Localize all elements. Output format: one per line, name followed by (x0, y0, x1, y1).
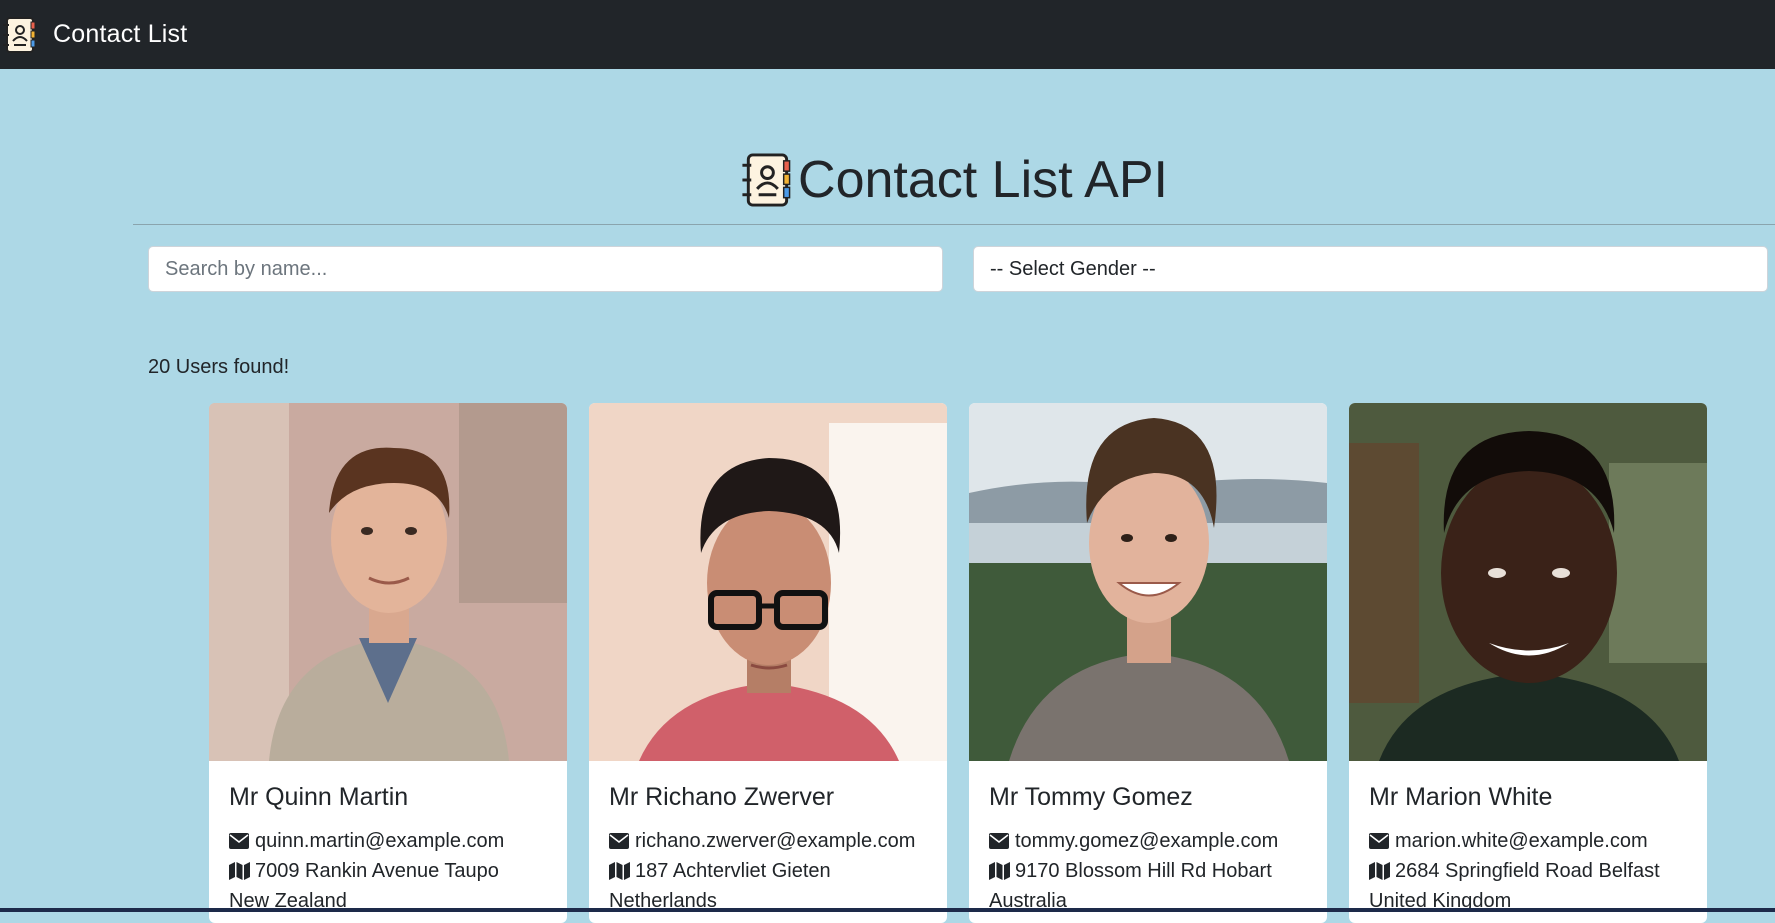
envelope-icon (609, 826, 631, 856)
page-heading: Contact List API (133, 150, 1775, 210)
user-email-row: richano.zwerver@example.com (609, 826, 927, 856)
user-address-line1: 187 Achtervliet Gieten (635, 860, 831, 882)
user-address-line1: 2684 Springfield Road Belfast (1395, 860, 1660, 882)
map-icon (1369, 856, 1391, 886)
map-icon (989, 856, 1011, 886)
top-navbar: Contact List (0, 0, 1775, 69)
user-name: Mr Tommy Gomez (989, 783, 1193, 811)
map-icon (609, 856, 631, 886)
map-icon (229, 856, 251, 886)
user-email-row: marion.white@example.com (1369, 826, 1687, 856)
address-book-icon[interactable] (2, 16, 36, 54)
results-count: 20 Users found! (148, 356, 290, 378)
navbar-brand[interactable]: Contact List (53, 20, 187, 49)
user-address-row: 7009 Rankin Avenue Taupo (229, 856, 547, 886)
user-card[interactable]: Mr Quinn Martin quinn.martin@example.com… (209, 403, 567, 923)
window-bottom-edge (0, 908, 1775, 912)
user-address-row: 187 Achtervliet Gieten (609, 856, 927, 886)
envelope-icon (229, 826, 251, 856)
user-address-line1: 9170 Blossom Hill Rd Hobart (1015, 860, 1272, 882)
user-name: Mr Quinn Martin (229, 783, 409, 811)
address-book-icon (742, 153, 791, 207)
user-email: tommy.gomez@example.com (1015, 830, 1279, 852)
user-email: marion.white@example.com (1395, 830, 1648, 852)
user-photo (209, 403, 567, 761)
heading-divider (133, 224, 1775, 225)
user-email-row: tommy.gomez@example.com (989, 826, 1307, 856)
user-name: Mr Richano Zwerver (609, 783, 835, 811)
gender-select[interactable]: -- Select Gender -- (973, 246, 1768, 292)
user-email: quinn.martin@example.com (255, 830, 505, 852)
user-address-line1: 7009 Rankin Avenue Taupo (255, 860, 499, 882)
gender-select-value: -- Select Gender -- (990, 257, 1156, 280)
envelope-icon (1369, 826, 1391, 856)
page-title: Contact List API (798, 151, 1168, 209)
user-address-row: 2684 Springfield Road Belfast (1369, 856, 1687, 886)
user-address-row: 9170 Blossom Hill Rd Hobart (989, 856, 1307, 886)
user-card-list: Mr Quinn Martin quinn.martin@example.com… (209, 403, 1709, 923)
user-photo (969, 403, 1327, 761)
search-input[interactable] (148, 246, 943, 292)
user-card[interactable]: Mr Tommy Gomez tommy.gomez@example.com 9… (969, 403, 1327, 923)
envelope-icon (989, 826, 1011, 856)
user-email-row: quinn.martin@example.com (229, 826, 547, 856)
user-email: richano.zwerver@example.com (635, 830, 916, 852)
user-name: Mr Marion White (1369, 783, 1553, 811)
user-card[interactable]: Mr Richano Zwerver richano.zwerver@examp… (589, 403, 947, 923)
user-photo (589, 403, 947, 761)
user-card[interactable]: Mr Marion White marion.white@example.com… (1349, 403, 1707, 923)
user-photo (1349, 403, 1707, 761)
